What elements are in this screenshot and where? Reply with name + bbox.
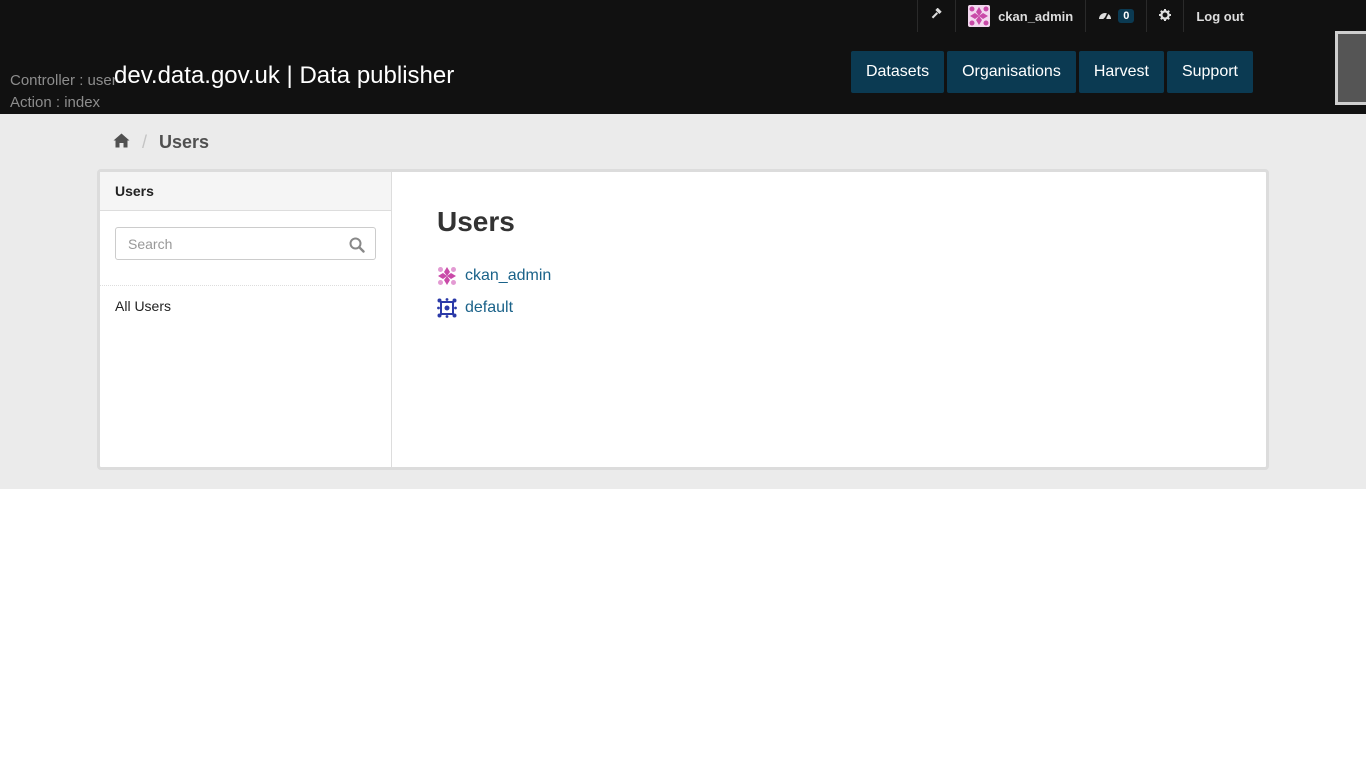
main-content: Users ckan_admin default [392, 172, 1266, 467]
breadcrumb: / Users [113, 132, 209, 153]
search-input[interactable] [116, 228, 375, 259]
user-name-link[interactable]: ckan_admin [465, 267, 551, 285]
settings-link[interactable] [1146, 0, 1183, 32]
user-list-item[interactable]: ckan_admin [437, 260, 1221, 292]
site-title[interactable]: dev.data.gov.uk | Data publisher [114, 62, 454, 90]
user-avatar [968, 5, 991, 27]
side-scroll-handle[interactable] [1335, 31, 1366, 105]
page-title: Users [437, 206, 515, 237]
sysadmin-link[interactable] [917, 0, 955, 32]
search-icon[interactable] [349, 237, 365, 253]
all-users-link[interactable]: All Users [100, 286, 391, 326]
logout-link[interactable]: Log out [1183, 0, 1256, 32]
dashboard-link[interactable]: 0 [1085, 0, 1146, 32]
masthead: ckan_admin 0 Log out Controller : user A… [0, 0, 1366, 114]
activity-count-badge: 0 [1118, 9, 1135, 23]
account-username: ckan_admin [998, 8, 1074, 24]
breadcrumb-current[interactable]: Users [159, 132, 209, 153]
logout-label: Log out [1196, 8, 1244, 24]
debug-info: Controller : user Action : index [10, 70, 117, 114]
gear-icon [1159, 8, 1172, 24]
nav-support[interactable]: Support [1166, 51, 1253, 93]
user-name-link[interactable]: default [465, 299, 513, 317]
users-panel: Users All Users Users [97, 169, 1269, 470]
search-box [115, 227, 376, 260]
nav-datasets[interactable]: Datasets [850, 51, 945, 93]
sidebar-heading: Users [100, 172, 391, 211]
gavel-icon [930, 7, 943, 24]
nav-harvest[interactable]: Harvest [1078, 51, 1164, 93]
account-bar: ckan_admin 0 Log out [917, 0, 1256, 32]
account-user-link[interactable]: ckan_admin [955, 0, 1085, 32]
debug-controller: Controller : user [10, 72, 117, 89]
breadcrumb-separator: / [142, 132, 148, 152]
search-form [100, 211, 391, 286]
sidebar: Users All Users [100, 172, 392, 467]
dashboard-icon [1098, 9, 1112, 24]
user-list-item[interactable]: default [437, 292, 1221, 324]
avatar [437, 266, 457, 286]
avatar [437, 298, 457, 318]
home-icon[interactable] [113, 132, 130, 153]
nav-organisations[interactable]: Organisations [947, 51, 1076, 93]
main-nav: Datasets Organisations Harvest Support [850, 51, 1253, 93]
debug-action: Action : index [10, 94, 101, 111]
content-band: / Users Users All Users Users [0, 114, 1366, 489]
